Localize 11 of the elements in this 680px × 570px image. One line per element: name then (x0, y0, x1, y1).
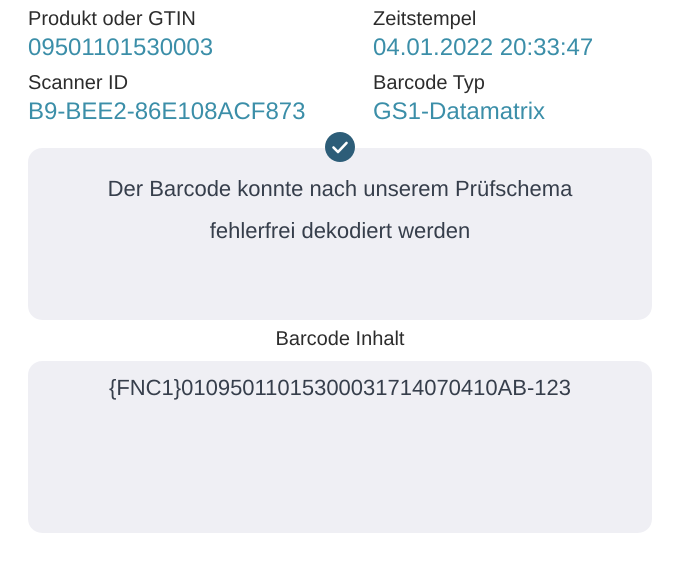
field-value: B9-BEE2-86E108ACF873 (28, 98, 306, 126)
verification-message: Der Barcode konnte nach unserem Prüfschema fehlerfrei dekodiert werden (106, 175, 574, 245)
field-value: GS1-Datamatrix (373, 98, 546, 126)
section-label: Barcode Inhalt (276, 328, 404, 351)
field-label: Scanner ID (28, 72, 128, 95)
field-value: 09501101530003 (28, 34, 214, 62)
barcode-content: {FNC1}01095011015300031714070410AB-123 (108, 374, 571, 402)
field-label: Zeitstempel (373, 8, 476, 31)
field-value: 04.01.2022 20:33:47 (373, 34, 594, 62)
field-label: Barcode Typ (373, 72, 485, 95)
field-label: Produkt oder GTIN (28, 8, 196, 31)
